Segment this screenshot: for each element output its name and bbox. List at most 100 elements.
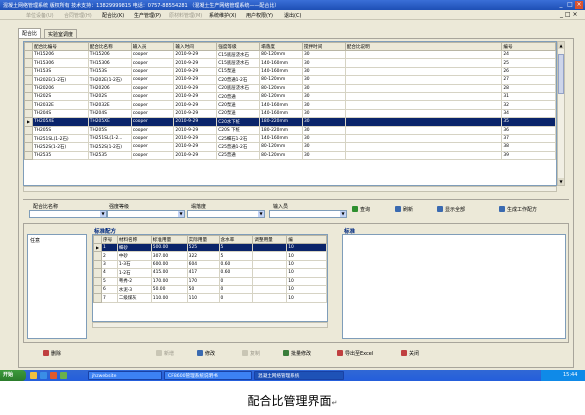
table-cell[interactable]: 4: [100, 268, 118, 278]
table-cell[interactable]: 5: [100, 276, 118, 286]
quick-launch-icon[interactable]: [60, 372, 67, 379]
column-header[interactable]: 强度等级: [216, 42, 261, 51]
table-cell[interactable]: TH2535: [31, 150, 89, 161]
column-header[interactable]: 标准用量: [150, 235, 188, 244]
row-indicator[interactable]: [24, 75, 33, 85]
start-button[interactable]: 开始: [0, 370, 26, 381]
table-cell[interactable]: 30: [301, 117, 346, 127]
table-cell[interactable]: TH2535: [87, 150, 132, 161]
slump-combo[interactable]: ▼: [187, 210, 265, 218]
table-cell[interactable]: 50.00: [150, 284, 188, 295]
table-cell[interactable]: TH202S: [31, 91, 89, 102]
table-cell[interactable]: TH2032E: [31, 100, 89, 110]
table-cell[interactable]: 35: [501, 117, 556, 127]
add-button[interactable]: 新增: [156, 350, 174, 360]
column-header[interactable]: 材料名称: [116, 235, 152, 244]
table-cell[interactable]: [252, 259, 288, 270]
table-cell[interactable]: TH153S: [31, 66, 89, 77]
table-cell[interactable]: 2010-9-29: [173, 91, 218, 102]
query-button[interactable]: 查询: [352, 206, 370, 216]
table-cell[interactable]: 2010-9-29: [173, 142, 218, 152]
table-cell[interactable]: 110.00: [150, 293, 188, 303]
table-cell[interactable]: 10: [286, 284, 327, 295]
scroll-thumb[interactable]: [558, 54, 564, 94]
table-cell[interactable]: 1-2石: [116, 268, 152, 278]
table-cell[interactable]: 10: [286, 268, 327, 278]
table-cell[interactable]: cooper: [130, 142, 175, 152]
row-indicator[interactable]: [93, 276, 102, 286]
table-cell[interactable]: 0: [218, 293, 254, 303]
strength-grade-combo[interactable]: ▼: [107, 210, 185, 218]
table-row[interactable]: TH20206 TH20206 cooper 2010-9-29 C20底层浇水石 80-…: [24, 83, 556, 93]
table-cell[interactable]: [344, 142, 503, 152]
row-indicator[interactable]: [93, 293, 102, 303]
table-cell[interactable]: 140-160mm: [259, 133, 303, 144]
table-cell[interactable]: 粤秀-2: [116, 276, 152, 286]
table-row[interactable]: 3 1-3石 600.00 604 0.60 10: [93, 259, 327, 270]
table-cell[interactable]: 1-3石: [116, 259, 152, 270]
tab-lab-dispatch[interactable]: 实验室调度: [44, 29, 78, 38]
task-jhzwebsite[interactable]: jhzwebsite: [88, 371, 162, 380]
table-cell[interactable]: C25细石1-2石: [216, 133, 261, 144]
table-row[interactable]: TH15306 TH15306 cooper 2010-9-29 C15底层浇水石 140…: [24, 58, 556, 68]
table-cell[interactable]: 0: [218, 276, 254, 286]
column-header[interactable]: 输入时间: [173, 42, 218, 51]
task-concrete-system[interactable]: 混凝土网络管理系统: [254, 371, 344, 380]
table-cell[interactable]: 27: [501, 75, 556, 85]
table-cell[interactable]: 30: [301, 66, 346, 77]
table-row[interactable]: 7 二级煤灰 110.00 110 0 10: [93, 293, 327, 303]
table-row[interactable]: TH15206 TH15206 cooper 2010-9-29 C15底层浇水石 80-…: [24, 49, 556, 60]
table-cell[interactable]: cooper: [130, 83, 175, 93]
table-row[interactable]: 2 中砂 307.00 322 5 10: [93, 251, 327, 261]
table-cell[interactable]: 10: [286, 276, 327, 286]
table-cell[interactable]: 32: [501, 100, 556, 110]
table-row[interactable]: TH251SL(1-2石) TH251SL(1-2... cooper 2010-9-…: [24, 133, 556, 144]
table-cell[interactable]: TH153S: [87, 66, 132, 77]
scroll-down-icon[interactable]: ▼: [558, 178, 564, 185]
table-cell[interactable]: 7: [100, 293, 118, 303]
table-cell[interactable]: 30: [301, 125, 346, 135]
table-cell[interactable]: 10: [286, 259, 327, 270]
table-cell[interactable]: C20普通: [216, 91, 261, 102]
table-cell[interactable]: [344, 91, 503, 102]
table-cell[interactable]: [344, 83, 503, 93]
menu-production[interactable]: 生产管理(P): [128, 12, 161, 19]
menu-materials[interactable]: 原材料管理(M): [163, 12, 202, 19]
row-indicator[interactable]: [24, 100, 33, 110]
table-cell[interactable]: C25普通: [216, 150, 261, 161]
row-indicator[interactable]: [24, 49, 33, 60]
table-cell[interactable]: 6: [100, 284, 118, 295]
table-cell[interactable]: 1: [100, 242, 118, 253]
table-cell[interactable]: cooper: [130, 66, 175, 77]
table-cell[interactable]: [344, 108, 503, 119]
edit-button[interactable]: 修改: [197, 350, 215, 360]
table-cell[interactable]: [344, 66, 503, 77]
table-cell[interactable]: [252, 293, 288, 303]
row-indicator[interactable]: [24, 58, 33, 68]
task-manual-doc[interactable]: CF8600管理系统说明书: [164, 371, 252, 380]
table-cell[interactable]: 180-220mm: [259, 117, 303, 127]
chevron-down-icon[interactable]: ▼: [100, 211, 106, 217]
table-cell[interactable]: 30: [301, 150, 346, 161]
table-cell[interactable]: 417: [186, 268, 220, 278]
table-cell[interactable]: [344, 58, 503, 68]
table-cell[interactable]: 25: [501, 58, 556, 68]
table-cell[interactable]: TH252S(1-2石): [31, 142, 89, 152]
sequence-list[interactable]: 任意: [27, 234, 87, 339]
table-cell[interactable]: 2010-9-29: [173, 83, 218, 93]
table-cell[interactable]: cooper: [130, 125, 175, 135]
copy-button[interactable]: 复制: [242, 350, 260, 360]
table-cell[interactable]: C15泵送: [216, 66, 261, 77]
table-cell[interactable]: TH15206: [87, 49, 132, 60]
table-row[interactable]: TH2535 TH2535 cooper 2010-9-29 C25普通 80-120mm…: [24, 150, 556, 161]
column-header[interactable]: 编: [286, 235, 327, 244]
table-cell[interactable]: 3: [100, 259, 118, 270]
table-cell[interactable]: 322: [186, 251, 220, 261]
horizontal-scrollbar[interactable]: [23, 186, 557, 192]
table-cell[interactable]: TH205S: [87, 125, 132, 135]
table-cell[interactable]: 604: [186, 259, 220, 270]
table-cell[interactable]: 2010-9-29: [173, 100, 218, 110]
table-cell[interactable]: cooper: [130, 108, 175, 119]
table-cell[interactable]: 80-120mm: [259, 142, 303, 152]
table-cell[interactable]: 80-120mm: [259, 91, 303, 102]
